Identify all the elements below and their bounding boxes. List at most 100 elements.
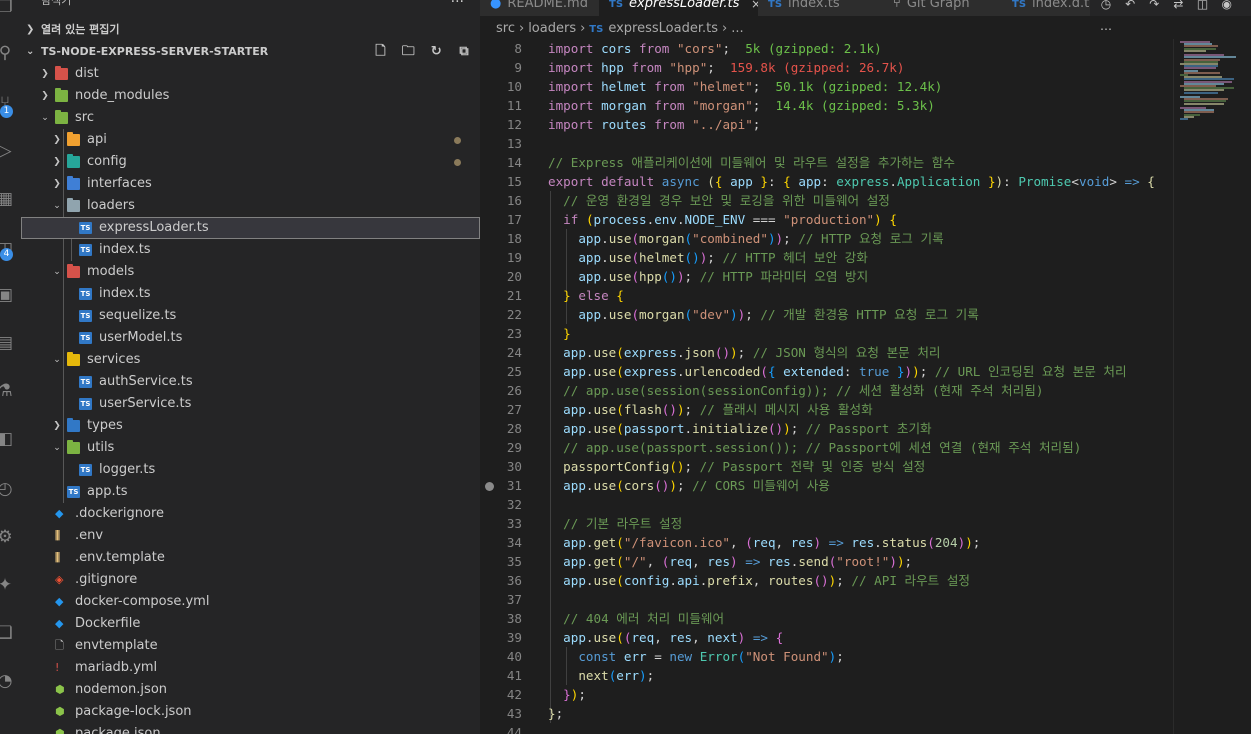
tree-item[interactable]: TS index.ts <box>21 239 480 261</box>
code-line: 22 app.use(morgan("dev")); // 개발 환경용 HTT… <box>506 307 979 322</box>
project-section[interactable]: ⌄ TS-NODE-EXPRESS-SERVER-STARTER 🗋 🗀 ↻ ⧉ <box>21 41 480 63</box>
minimap[interactable] <box>1173 39 1251 734</box>
tree-item[interactable]: ⬢ nodemon.json <box>21 679 480 701</box>
breadcrumb: src › loaders › TS expressLoader.ts ›... <box>480 18 744 40</box>
docker-icon[interactable]: ▣ <box>0 284 16 306</box>
breadcrumb-item[interactable]: loaders <box>528 21 576 36</box>
explorer-icon[interactable]: ❐ <box>0 0 16 18</box>
minimap-line <box>1180 118 1188 120</box>
new-file-icon[interactable]: 🗋 <box>370 41 390 63</box>
tree-item-label: services <box>87 352 141 367</box>
new-folder-icon[interactable]: 🗀 <box>398 41 418 63</box>
code-line: 41 next(err); <box>506 668 655 683</box>
tree-item[interactable]: 🗋 envtemplate <box>21 635 480 657</box>
test-icon[interactable]: ⚗ <box>0 380 16 402</box>
tree-item[interactable]: ⫼ .env.template <box>21 547 480 569</box>
tree-item[interactable]: TS authService.ts <box>21 371 480 393</box>
tree-item[interactable]: TS expressLoader.ts <box>21 217 480 239</box>
open-editors-label: 열려 있는 편집기 <box>41 23 120 36</box>
timeline-icon[interactable]: ◴ <box>0 478 16 500</box>
tree-item[interactable]: ❯ dist <box>21 63 480 85</box>
explorer-actions: 🗋 🗀 ↻ ⧉ <box>366 41 474 63</box>
tree-item[interactable]: TS sequelize.ts <box>21 305 480 327</box>
go-back-icon[interactable]: ↶ <box>1122 0 1138 16</box>
tree-item[interactable]: ⌄ models <box>21 261 480 283</box>
tree-item[interactable]: ❯ interfaces <box>21 173 480 195</box>
timeline-icon[interactable]: ◷ <box>1098 0 1114 16</box>
database-icon[interactable]: ▤ <box>0 332 16 354</box>
ts-file-icon: TS <box>67 486 80 498</box>
ts-icon: TS <box>609 0 624 10</box>
breadcrumb-item[interactable]: ... <box>731 21 743 36</box>
tab-express-loader[interactable]: TS expressLoader.ts × <box>599 0 768 16</box>
tree-item[interactable]: ⌄ utils <box>21 437 480 459</box>
pages-icon[interactable]: ❏ <box>0 622 16 644</box>
tree-item[interactable]: TS userService.ts <box>21 393 480 415</box>
tree-item[interactable]: TS app.ts <box>21 481 480 503</box>
tree-item[interactable]: ⌄ loaders <box>21 195 480 217</box>
deploy-icon[interactable]: ◧ <box>0 428 16 450</box>
tree-item[interactable]: ⫼ .env <box>21 525 480 547</box>
puzzle-icon[interactable]: ◔ <box>0 670 16 692</box>
tree-item[interactable]: ◆ .dockerignore <box>21 503 480 525</box>
more-actions-icon[interactable]: ··· <box>451 0 464 10</box>
tree-item-label: logger.ts <box>99 462 156 477</box>
open-editors-section[interactable]: ❯ 열려 있는 편집기 <box>21 19 480 41</box>
tree-item[interactable]: TS logger.ts <box>21 459 480 481</box>
folder-icon <box>67 132 80 146</box>
accounts-icon[interactable]: ✦ <box>0 574 16 596</box>
run-debug-icon[interactable]: ▷ <box>0 140 16 162</box>
tree-item[interactable]: TS userModel.ts <box>21 327 480 349</box>
tab-git-graph[interactable]: ⑂ Git Graph <box>883 0 1012 16</box>
tree-item-label: envtemplate <box>75 638 158 653</box>
tree-item[interactable]: ⌄ src <box>21 107 480 129</box>
extensions-icon[interactable]: ▦ <box>0 188 16 210</box>
tree-item[interactable]: ⬢ package-lock.json <box>21 701 480 723</box>
tab-index-d[interactable]: TS index.d.t <box>1002 0 1101 16</box>
tree-item[interactable]: ❯ node_modules <box>21 85 480 107</box>
chevron-right-icon: ❯ <box>53 135 61 145</box>
import-cost: 50.1k (gzipped: 12.4k) <box>775 79 943 94</box>
code-line: 23 } <box>506 326 571 341</box>
tab-index[interactable]: TS index.ts <box>758 0 893 16</box>
tree-item[interactable]: ⌄ services <box>21 349 480 371</box>
tab-readme[interactable]: ● README.md <box>480 0 609 16</box>
tree-item[interactable]: ◈ .gitignore <box>21 569 480 591</box>
tree-item-label: .gitignore <box>75 572 138 587</box>
breadcrumb-item[interactable]: expressLoader.ts <box>608 21 718 36</box>
tree-item[interactable]: ❯ config <box>21 151 480 173</box>
code-line: 25 app.use(express.urlencoded({ extended… <box>506 364 1127 379</box>
chevron-down-icon: ⌄ <box>53 443 61 453</box>
code-line: 12 import routes from "../api"; <box>506 117 761 132</box>
split-editor-icon[interactable]: ◫ <box>1195 0 1211 16</box>
collapse-all-icon[interactable]: ⧉ <box>454 41 474 63</box>
ts-file-icon: TS <box>79 376 92 388</box>
refresh-icon[interactable]: ↻ <box>426 41 446 63</box>
code-line: 10 import helmet from "helmet"; 50.1k (gz… <box>506 79 943 94</box>
more-actions-icon[interactable]: ⋯ <box>1098 17 1114 41</box>
open-preview-icon[interactable]: ◉ <box>1219 0 1235 16</box>
tab-label: README.md <box>507 0 588 11</box>
tree-item-label: authService.ts <box>99 374 193 389</box>
tree-item[interactable]: ❯ api <box>21 129 480 151</box>
code-line: 36 app.use(config.api.prefix, routes());… <box>506 573 970 588</box>
tree-item[interactable]: TS index.ts <box>21 283 480 305</box>
code-line: 9 import hpp from "hpp"; 159.8k (gzipped:… <box>514 60 905 75</box>
ts-file-icon: TS <box>79 310 92 322</box>
tree-item-label: models <box>87 264 135 279</box>
breadcrumb-item[interactable]: src <box>496 21 515 36</box>
tree-item-label: userModel.ts <box>99 330 183 345</box>
tree-item[interactable]: ! mariadb.yml <box>21 657 480 679</box>
tree-item[interactable]: ◆ Dockerfile <box>21 613 480 635</box>
git-graph-icon[interactable]: ⚙ <box>0 526 16 548</box>
ts-icon: TS <box>1012 0 1027 10</box>
tree-item[interactable]: ❯ types <box>21 415 480 437</box>
ts-file-icon: TS <box>79 464 92 476</box>
folder-icon <box>67 440 80 454</box>
go-forward-icon[interactable]: ↷ <box>1146 0 1162 16</box>
compare-icon[interactable]: ⇄ <box>1170 0 1186 16</box>
search-icon[interactable]: ⚲ <box>0 42 16 64</box>
tree-item[interactable]: ⬢ package.json <box>21 723 480 734</box>
tree-item[interactable]: ◆ docker-compose.yml <box>21 591 480 613</box>
explorer-sidebar: 탐색기 ··· ❯ 열려 있는 편집기 ⌄ TS-NODE-EXPRESS-SE… <box>21 0 480 734</box>
